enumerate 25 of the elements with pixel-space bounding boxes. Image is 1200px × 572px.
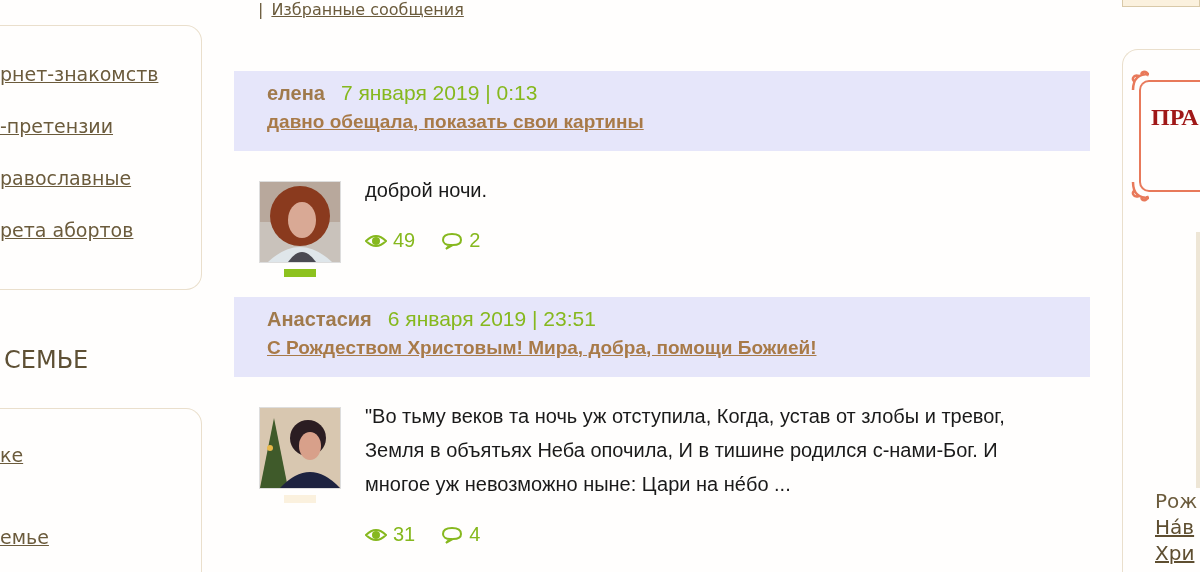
comment-icon (441, 231, 464, 250)
sidebar-link[interactable]: емье (0, 525, 49, 549)
post-text: доброй ночи. (365, 178, 489, 203)
sidebar-link[interactable]: ке (0, 443, 24, 467)
sidebar-link[interactable]: -претензии (0, 114, 113, 138)
sidebar-link[interactable]: Хри (1155, 540, 1195, 566)
sidebar-link[interactable]: рета абортов (0, 218, 134, 242)
author-name: елена (267, 82, 325, 105)
post-text: "Во тьму веков та ночь уж отступила, Когда, устав от злобы и тревог, Земля в объятьях Неба опочила, И в тишине родился с-нами-Бог. И многое уж невозможно ныне: Цари на не́бо ... (365, 404, 1006, 497)
section-title: СЕМЬЕ (4, 346, 90, 374)
separator: | (258, 0, 264, 19)
favorites-link[interactable]: Избранные сообщения (271, 0, 464, 19)
sidebar-link[interactable]: На́в (1155, 514, 1195, 540)
eye-icon (365, 233, 387, 248)
post-date: 6 января 2019 | 23:51 (387, 307, 596, 331)
sidebar-text: Рож (1155, 488, 1198, 514)
post-date: 7 января 2019 | 0:13 (340, 81, 538, 105)
comment-icon (441, 525, 464, 544)
views-count: 49 (365, 229, 416, 252)
views-count: 31 (365, 523, 416, 546)
author-name: Анастасия (267, 308, 372, 331)
banner-text: ПРА (1151, 104, 1199, 132)
sidebar-link[interactable]: равославные (0, 166, 132, 190)
sidebar-link[interactable]: рнет-знакомств (0, 62, 159, 86)
eye-icon (365, 527, 387, 542)
